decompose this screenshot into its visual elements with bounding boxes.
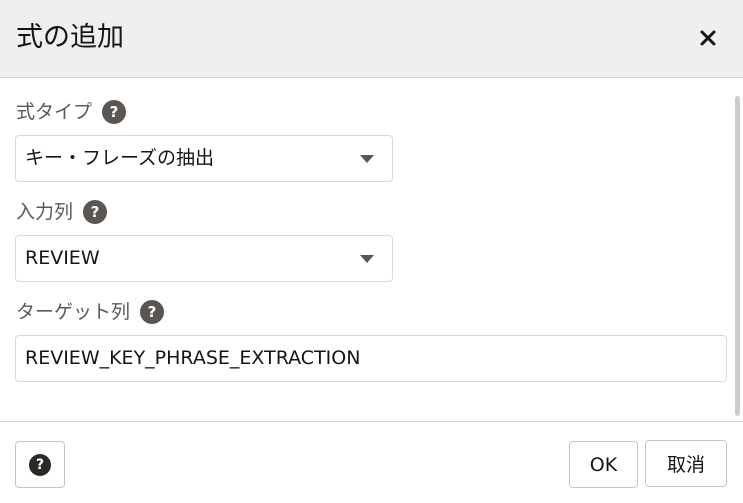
expression-type-select[interactable]: キー・フレーズの抽出 bbox=[15, 135, 393, 182]
help-button[interactable]: ? bbox=[15, 441, 65, 488]
chevron-down-icon bbox=[360, 155, 374, 163]
expression-type-label: 式タイプ ? bbox=[16, 99, 127, 125]
expression-type-value: キー・フレーズの抽出 bbox=[25, 147, 215, 169]
ok-button[interactable]: OK bbox=[569, 441, 638, 488]
dialog-title: 式の追加 bbox=[16, 22, 124, 53]
scrollbar[interactable] bbox=[735, 96, 740, 416]
help-icon: ? bbox=[29, 453, 51, 476]
expression-type-label-text: 式タイプ bbox=[16, 101, 93, 123]
add-expression-dialog: 式の追加 式タイプ ? キー・フレーズの抽出 入力列 ? REVIEW ターゲッ… bbox=[0, 0, 743, 503]
target-column-help-icon[interactable]: ? bbox=[140, 300, 165, 324]
target-column-input[interactable]: REVIEW_KEY_PHRASE_EXTRACTION bbox=[15, 335, 727, 382]
chevron-down-icon bbox=[360, 255, 374, 263]
close-icon bbox=[700, 30, 716, 46]
cancel-button[interactable]: 取消 bbox=[645, 440, 727, 487]
input-column-select[interactable]: REVIEW bbox=[15, 235, 393, 282]
input-column-value: REVIEW bbox=[25, 247, 100, 269]
target-column-label-text: ターゲット列 bbox=[16, 301, 131, 323]
input-column-label-text: 入力列 bbox=[16, 201, 74, 223]
dialog-header: 式の追加 bbox=[0, 0, 743, 78]
target-column-label: ターゲット列 ? bbox=[16, 299, 165, 325]
input-column-help-icon[interactable]: ? bbox=[83, 200, 108, 224]
input-column-label: 入力列 ? bbox=[16, 199, 108, 225]
expression-type-help-icon[interactable]: ? bbox=[102, 100, 127, 124]
dialog-footer: ? OK 取消 bbox=[0, 421, 743, 503]
dialog-body: 式タイプ ? キー・フレーズの抽出 入力列 ? REVIEW ターゲット列 ? … bbox=[0, 78, 743, 421]
close-button[interactable] bbox=[692, 22, 724, 54]
